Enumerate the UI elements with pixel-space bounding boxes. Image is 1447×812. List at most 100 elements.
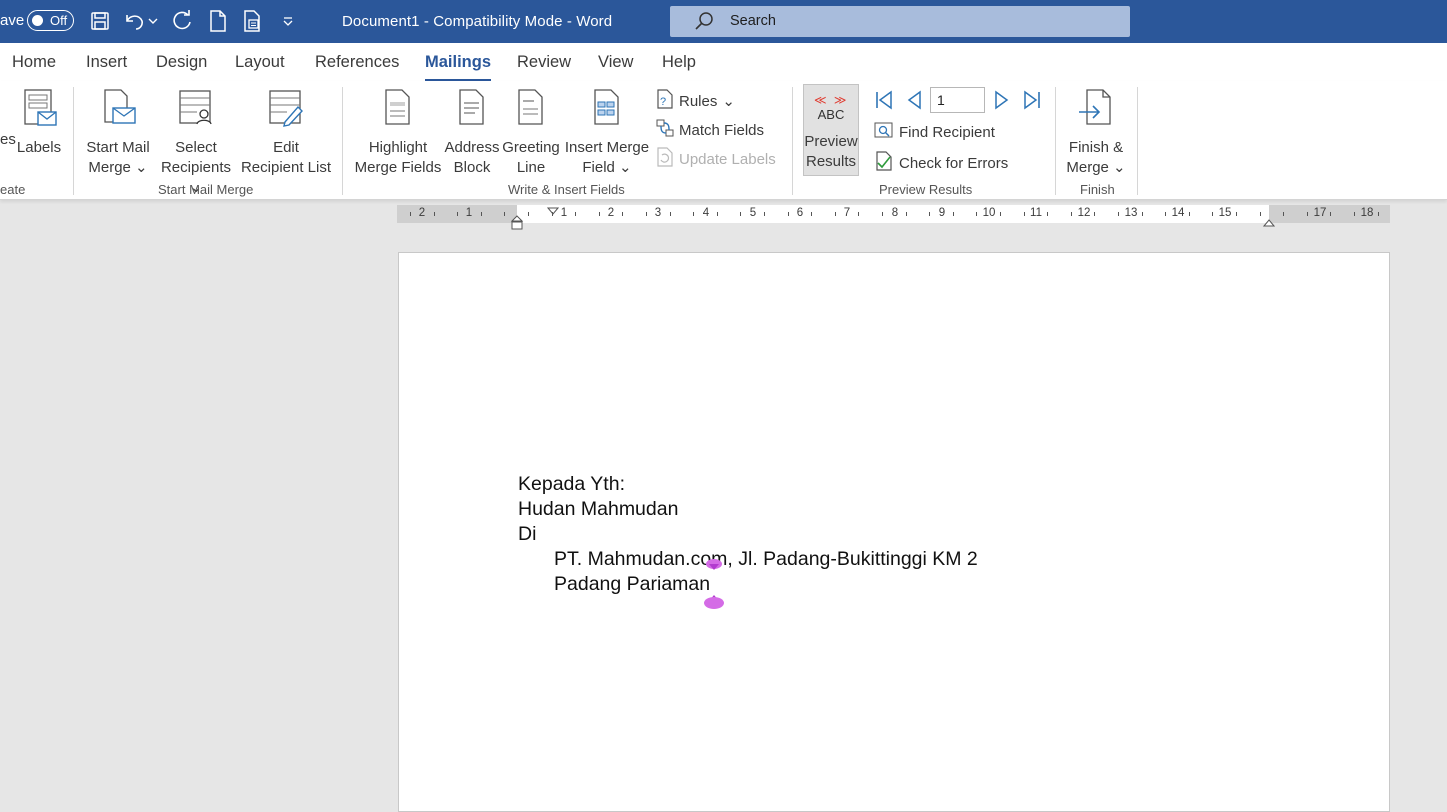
tab-design[interactable]: Design xyxy=(156,53,207,72)
ruler-number: 4 xyxy=(702,207,710,219)
tab-references[interactable]: References xyxy=(315,53,399,72)
ruler-tick xyxy=(952,212,954,216)
tab-layout[interactable]: Layout xyxy=(235,53,285,72)
tab-help[interactable]: Help xyxy=(662,53,696,72)
redo-icon[interactable] xyxy=(170,9,194,33)
first-line-indent-marker[interactable] xyxy=(546,203,560,221)
check-for-errors-label: Check for Errors xyxy=(899,154,1009,172)
tab-view[interactable]: View xyxy=(598,53,633,72)
ruler-tick xyxy=(1236,212,1237,216)
tab-mailings[interactable]: Mailings xyxy=(425,53,492,82)
envelopes-button-partial[interactable]: es xyxy=(0,130,16,150)
document-page[interactable]: Kepada Yth: Hudan Mahmudan Di PT. Mahmud… xyxy=(398,252,1390,812)
right-indent-marker[interactable] xyxy=(1262,215,1276,233)
ruler-tick xyxy=(598,212,600,216)
find-recipient-button[interactable]: Find Recipient xyxy=(874,121,995,143)
edit-recipient-list-button[interactable]: Edit Recipient List xyxy=(240,88,332,178)
search-box[interactable]: Search xyxy=(670,6,1130,37)
first-record-icon[interactable] xyxy=(872,88,896,112)
insert-merge-field-label-2: Field xyxy=(582,159,615,176)
start-mail-merge-label-2: Merge xyxy=(88,159,131,176)
select-recipients-icon xyxy=(154,88,238,136)
record-number-input[interactable] xyxy=(930,87,985,113)
tab-review[interactable]: Review xyxy=(517,53,571,72)
document-line-address[interactable]: PT. Mahmudan.com, Jl. Padang-Bukittinggi… xyxy=(554,548,978,571)
last-record-icon[interactable] xyxy=(1020,88,1044,112)
start-mail-merge-icon xyxy=(84,88,152,136)
highlight-merge-fields-label-2: Merge Fields xyxy=(354,159,442,176)
preview-arrows-icon: ≪ ≫ xyxy=(814,93,849,107)
customize-quick-access-icon[interactable] xyxy=(276,9,300,33)
horizontal-ruler[interactable]: 2 1 1 2 3 4 5 6 7 8 9 10 11 12 13 14 15 … xyxy=(397,203,1390,230)
ruler-tick xyxy=(1141,212,1143,216)
update-labels-button[interactable]: Update Labels xyxy=(656,147,776,171)
svg-text:?: ? xyxy=(660,96,666,108)
group-separator xyxy=(792,87,793,195)
ruler-tick xyxy=(1118,212,1119,216)
greeting-line-button[interactable]: Greeting Line xyxy=(501,88,561,178)
ruler-tick xyxy=(433,212,435,216)
insert-merge-field-button[interactable]: Insert Merge Field ⌄ xyxy=(563,88,651,178)
document-line-di[interactable]: Di xyxy=(518,523,536,546)
chevron-down-icon: ⌄ xyxy=(614,159,632,176)
highlight-merge-fields-button[interactable]: Highlight Merge Fields xyxy=(353,88,443,178)
ruler-tick xyxy=(1047,212,1049,216)
ruler-tick xyxy=(669,212,671,216)
save-icon[interactable] xyxy=(88,9,112,33)
ruler-tick xyxy=(551,212,553,216)
ruler-number: 14 xyxy=(1171,207,1185,219)
preview-results-button[interactable]: ≪ ≫ ABC Preview Results xyxy=(803,84,859,176)
ruler-tick xyxy=(1330,212,1332,216)
ruler-tick xyxy=(1000,212,1001,216)
finish-and-merge-button[interactable]: Finish & Merge ⌄ xyxy=(1064,88,1128,178)
ruler-number: 9 xyxy=(938,207,946,219)
address-block-button[interactable]: Address Block xyxy=(443,88,501,178)
address-block-label-2: Block xyxy=(453,159,491,176)
address-block-icon xyxy=(443,88,501,136)
tab-home[interactable]: Home xyxy=(12,53,56,72)
ruler-tick xyxy=(740,212,742,216)
ruler-number: 6 xyxy=(796,207,804,219)
labels-button[interactable]: Labels xyxy=(16,88,62,158)
left-indent-marker[interactable] xyxy=(510,215,524,236)
ribbon-tabs: Home Insert Design Layout References Mai… xyxy=(0,43,1447,82)
address-block-label-1: Address xyxy=(444,139,500,156)
rules-button[interactable]: ? Rules ⌄ xyxy=(656,89,735,113)
tab-mailings-label: Mailings xyxy=(425,53,492,71)
document-line-salutation[interactable]: Kepada Yth: xyxy=(518,473,625,496)
next-record-icon[interactable] xyxy=(990,88,1014,112)
ruler-number: 1 xyxy=(465,207,473,219)
selection-handle-top[interactable] xyxy=(705,558,723,576)
check-for-errors-button[interactable]: Check for Errors xyxy=(874,151,1008,175)
undo-dropdown-icon[interactable] xyxy=(146,9,160,33)
autosave-toggle[interactable]: Off xyxy=(27,10,74,31)
ruler-number: 2 xyxy=(607,207,615,219)
document-line-city[interactable]: Padang Pariaman xyxy=(554,573,710,596)
previous-record-icon[interactable] xyxy=(902,88,926,112)
autosave-label: ave xyxy=(0,12,25,29)
preview-results-label-2: Results xyxy=(805,153,857,170)
print-preview-icon[interactable] xyxy=(241,9,265,33)
start-mail-merge-button[interactable]: Start Mail Merge ⌄ xyxy=(84,88,152,178)
chevron-down-icon: ⌄ xyxy=(1108,159,1126,176)
ruler-tick xyxy=(976,212,978,216)
greeting-line-label-1: Greeting xyxy=(502,139,560,156)
title-bar: ave Off Document1 - Compatibility Mode -… xyxy=(0,0,1447,43)
chevron-down-icon: ⌄ xyxy=(722,93,735,110)
search-icon xyxy=(694,11,714,36)
write-insert-group-label: Write & Insert Fields xyxy=(508,182,625,197)
select-recipients-label-1: Select xyxy=(175,139,217,156)
undo-icon[interactable] xyxy=(122,9,146,33)
ruler-number: 1 xyxy=(560,207,568,219)
new-document-icon[interactable] xyxy=(206,9,230,33)
autosave-state: Off xyxy=(50,13,68,28)
selection-handle-bottom[interactable] xyxy=(703,594,725,615)
ruler-tick xyxy=(1377,212,1379,216)
chevron-down-icon: ⌄ xyxy=(130,159,148,176)
highlight-merge-fields-label-1: Highlight xyxy=(368,139,428,156)
match-fields-button[interactable]: Match Fields xyxy=(656,118,764,142)
ruler-number: 18 xyxy=(1360,207,1374,219)
tab-insert[interactable]: Insert xyxy=(86,53,127,72)
document-line-recipient-name[interactable]: Hudan Mahmudan xyxy=(518,498,678,521)
ruler-number: 12 xyxy=(1077,207,1091,219)
